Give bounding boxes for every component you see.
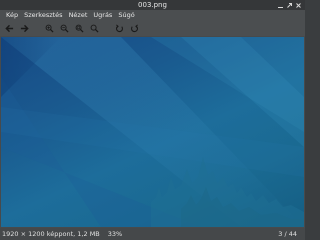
titlebar[interactable]: 003.png (0, 0, 305, 10)
image-viewer-window: 003.png Kép Szerkesztés Nézet Ugrás Súgó (0, 0, 305, 240)
menu-ugras[interactable]: Ugrás (90, 10, 115, 21)
zoom-original-icon (90, 24, 99, 33)
rotate-right-icon (130, 24, 138, 33)
zoom-in-icon (45, 24, 54, 33)
window-controls (277, 1, 302, 9)
menu-szerkesztes[interactable]: Szerkesztés (21, 10, 65, 21)
minimize-icon (278, 6, 283, 8)
menubar: Kép Szerkesztés Nézet Ugrás Súgó (0, 10, 305, 21)
statusbar: 1920 × 1200 képpont, 1,2 MB 33% 3 / 44 (0, 228, 305, 240)
zoom-in-button[interactable] (44, 24, 54, 34)
zoom-out-button[interactable] (59, 24, 69, 34)
zoom-fit-icon (75, 24, 84, 33)
wallpaper-image (1, 37, 304, 227)
zoom-fit-button[interactable] (74, 24, 84, 34)
maximize-icon (287, 2, 292, 8)
arrow-left-icon (4, 24, 13, 33)
maximize-button[interactable] (286, 2, 293, 9)
arrow-right-icon (20, 24, 29, 33)
rotate-right-button[interactable] (129, 24, 139, 34)
menu-nezet[interactable]: Nézet (66, 10, 91, 21)
next-image-button[interactable] (19, 24, 29, 34)
close-button[interactable] (295, 2, 302, 9)
image-position: 3 / 44 (278, 230, 297, 238)
window-title: 003.png (138, 1, 167, 9)
toolbar (0, 21, 305, 36)
minimize-button[interactable] (277, 2, 284, 9)
menu-kep[interactable]: Kép (3, 10, 21, 21)
close-icon (296, 2, 301, 8)
previous-image-button[interactable] (4, 24, 14, 34)
image-info: 1920 × 1200 képpont, 1,2 MB (2, 230, 100, 238)
zoom-level: 33% (107, 230, 123, 238)
zoom-original-button[interactable] (89, 24, 99, 34)
rotate-left-icon (115, 24, 123, 33)
image-canvas[interactable] (1, 37, 304, 227)
rotate-left-button[interactable] (114, 24, 124, 34)
zoom-out-icon (60, 24, 69, 33)
menu-sugo[interactable]: Súgó (115, 10, 137, 21)
